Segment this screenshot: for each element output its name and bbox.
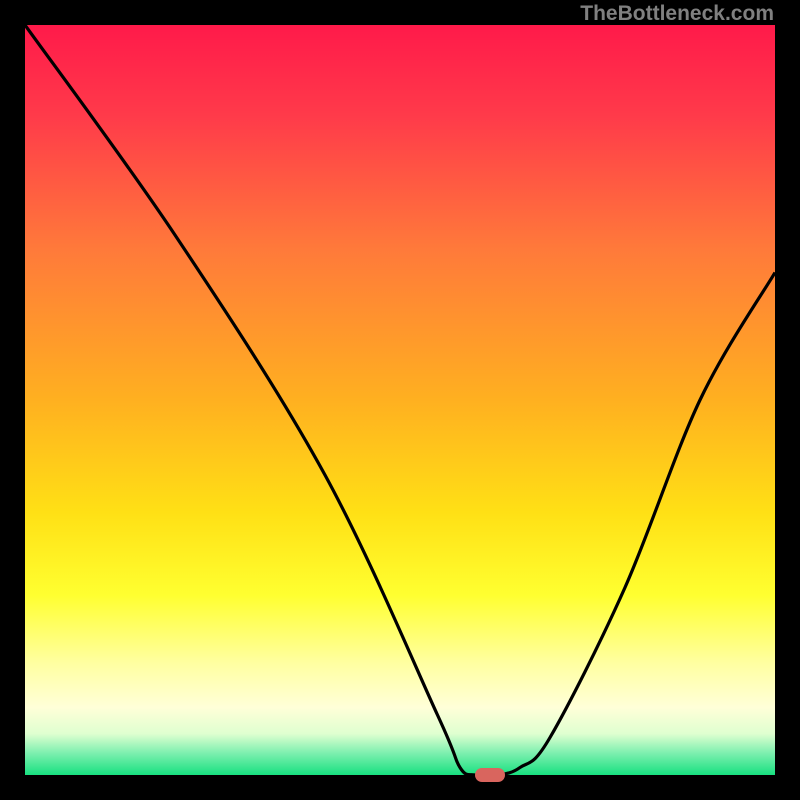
plot-area — [25, 25, 775, 775]
gradient-background — [25, 25, 775, 775]
optimal-marker — [475, 768, 505, 782]
watermark-text: TheBottleneck.com — [580, 2, 774, 26]
chart-container: TheBottleneck.com — [0, 0, 800, 800]
